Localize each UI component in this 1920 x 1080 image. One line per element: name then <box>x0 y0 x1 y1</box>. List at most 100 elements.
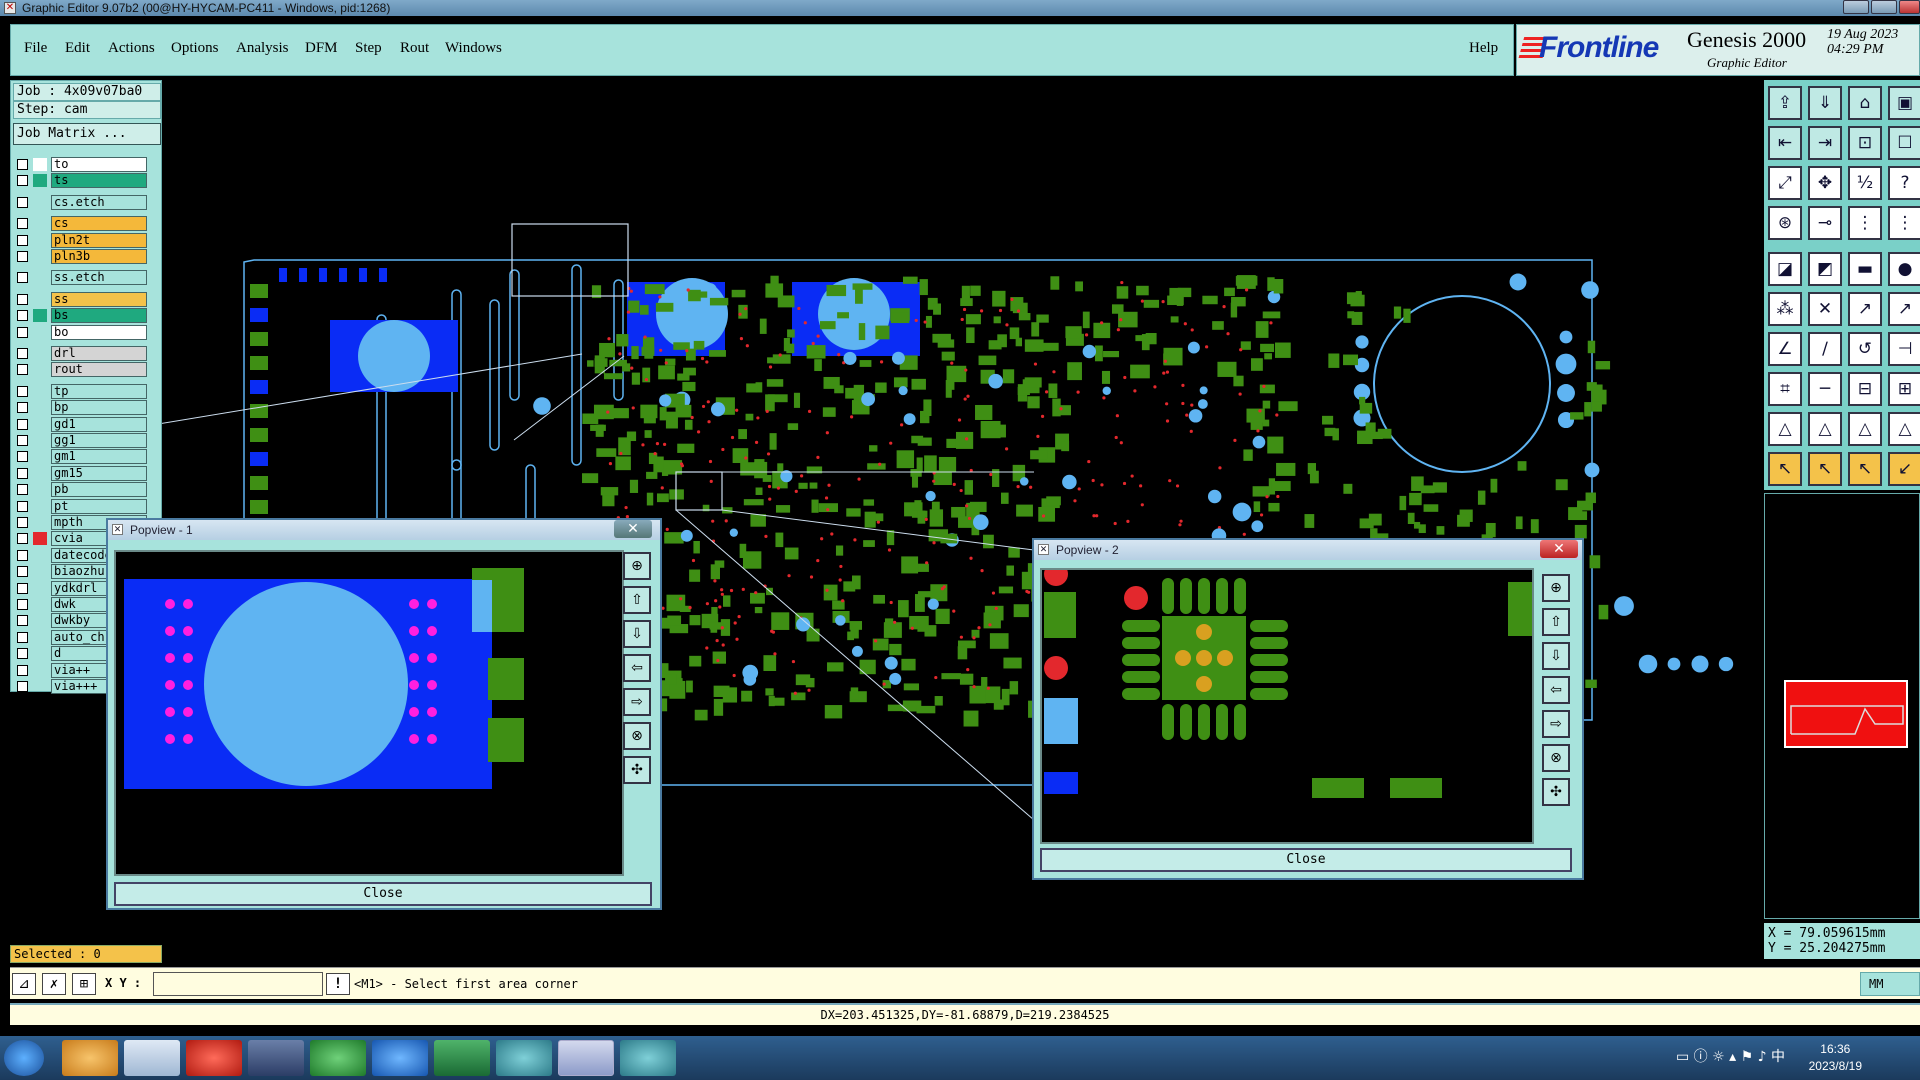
menu-help[interactable]: Help <box>1469 40 1498 57</box>
layer-row-pln2t[interactable]: pln2t <box>15 232 159 248</box>
layer-checkbox[interactable] <box>17 364 28 376</box>
layer-row-csetch[interactable]: cs.etch <box>15 194 159 210</box>
layer-name[interactable]: rout <box>51 362 147 378</box>
layer-row-to[interactable]: to <box>15 157 159 172</box>
layer-name[interactable]: cs <box>51 216 147 232</box>
layer-name[interactable]: gd1 <box>51 416 147 432</box>
taskbar-viewer-icon[interactable] <box>496 1040 552 1076</box>
layer-name[interactable]: to <box>51 157 147 172</box>
layer-name[interactable]: pb <box>51 482 147 498</box>
tool-frame-icon[interactable]: ⊟ <box>1848 372 1882 406</box>
popview-left-icon[interactable]: ⇦ <box>1542 676 1570 704</box>
tool-grid-a-icon[interactable]: ⋮ <box>1848 206 1882 240</box>
layer-row-drl[interactable]: drl <box>15 346 159 361</box>
popview-zoom-out-icon[interactable]: ⊗ <box>623 722 651 750</box>
layer-row-pt[interactable]: pt <box>15 498 159 514</box>
tool-dot-icon[interactable]: ● <box>1888 252 1920 286</box>
layer-checkbox[interactable] <box>17 218 28 230</box>
layer-checkbox[interactable] <box>17 582 28 594</box>
xy-input[interactable] <box>153 972 323 996</box>
tool-undo-icon[interactable]: ⊡ <box>1848 126 1882 160</box>
popview-2-close-button[interactable]: Close <box>1040 848 1572 872</box>
tool-pointer-b-icon[interactable]: ↖ <box>1808 452 1842 486</box>
layer-row-cs[interactable]: cs <box>15 216 159 232</box>
popview-left-icon[interactable]: ⇦ <box>623 654 651 682</box>
layer-row-ss[interactable]: ss <box>15 291 159 307</box>
popview-down-icon[interactable]: ⇩ <box>1542 642 1570 670</box>
tool-slash-icon[interactable]: ∕ <box>1808 332 1842 366</box>
tool-grid-b-icon[interactable]: ⋮ <box>1888 206 1920 240</box>
taskbar-viewer2-icon[interactable] <box>620 1040 676 1076</box>
tool-pan-icon[interactable]: ✥ <box>1808 166 1842 200</box>
layer-name[interactable]: ss <box>51 291 147 307</box>
layer-row-pln3b[interactable]: pln3b <box>15 249 159 264</box>
layer-checkbox[interactable] <box>17 500 28 512</box>
layer-name[interactable]: pt <box>51 498 147 514</box>
layer-checkbox[interactable] <box>17 664 28 676</box>
grid-icon[interactable]: ⊞ <box>72 973 96 995</box>
tool-rotate-icon[interactable]: ↺ <box>1848 332 1882 366</box>
layer-checkbox[interactable] <box>17 599 28 610</box>
menu-actions[interactable]: Actions <box>108 40 155 57</box>
layer-checkbox[interactable] <box>17 402 28 414</box>
job-matrix-button[interactable]: Job Matrix ... <box>13 123 161 145</box>
layer-name[interactable]: tp <box>51 383 147 399</box>
taskbar-p-icon[interactable] <box>310 1040 366 1076</box>
tool-tri-d-icon[interactable]: △ <box>1888 412 1920 446</box>
layer-checkbox[interactable] <box>17 549 28 561</box>
layer-checkbox[interactable] <box>17 348 28 359</box>
layer-checkbox[interactable] <box>17 175 28 187</box>
menu-edit[interactable]: Edit <box>65 40 90 57</box>
popview-down-icon[interactable]: ⇩ <box>623 620 651 648</box>
taskbar-save-icon[interactable] <box>248 1040 304 1076</box>
tool-shape-icon[interactable]: ⊛ <box>1768 206 1802 240</box>
layer-row-gm1[interactable]: gm1 <box>15 449 159 465</box>
layer-checkbox[interactable] <box>17 272 28 284</box>
start-button[interactable] <box>4 1040 44 1076</box>
popview-up-icon[interactable]: ⇧ <box>623 586 651 614</box>
layer-checkbox[interactable] <box>17 196 28 208</box>
layer-checkbox[interactable] <box>17 326 28 338</box>
layer-checkbox[interactable] <box>17 484 28 496</box>
tool-open-icon[interactable]: ⇪ <box>1768 86 1802 120</box>
taskbar-notepad-icon[interactable] <box>124 1040 180 1076</box>
tool-tri-c-icon[interactable]: △ <box>1848 412 1882 446</box>
tool-pointer-c-icon[interactable]: ↖ <box>1848 452 1882 486</box>
tool-pointer-d-icon[interactable]: ↙ <box>1888 452 1920 486</box>
menu-analysis[interactable]: Analysis <box>236 40 289 57</box>
layer-name[interactable]: ts <box>51 173 147 189</box>
layer-checkbox[interactable] <box>17 234 28 246</box>
menu-dfm[interactable]: DFM <box>305 40 338 57</box>
layer-row-bs[interactable]: bs <box>15 308 159 324</box>
layer-checkbox[interactable] <box>17 310 28 322</box>
taskbar-excel-icon[interactable] <box>434 1040 490 1076</box>
tray-clock[interactable]: 16:36 2023/8/19 <box>1809 1041 1862 1075</box>
tool-arc-a-icon[interactable]: ↗ <box>1848 292 1882 326</box>
tool-hatch-icon[interactable]: ⌗ <box>1768 372 1802 406</box>
layer-name[interactable]: gm1 <box>51 449 147 465</box>
tool-points-icon[interactable]: ⁂ <box>1768 292 1802 326</box>
layer-checkbox[interactable] <box>17 293 28 305</box>
popview-right-icon[interactable]: ⇨ <box>623 688 651 716</box>
tool-home-icon[interactable]: ⌂ <box>1848 86 1882 120</box>
tool-snap-edge-icon[interactable]: ⊣ <box>1888 332 1920 366</box>
tool-dash-icon[interactable]: ─ <box>1808 372 1842 406</box>
tool-zoom-fit-icon[interactable]: ⤢ <box>1768 166 1802 200</box>
tool-angle-icon[interactable]: ∠ <box>1768 332 1802 366</box>
layer-checkbox[interactable] <box>17 159 28 170</box>
layer-checkbox[interactable] <box>17 435 28 446</box>
taskbar-shell-icon[interactable] <box>62 1040 118 1076</box>
taskbar-pointer-icon[interactable] <box>372 1040 428 1076</box>
menu-file[interactable]: File <box>24 40 47 57</box>
layer-row-ssetch[interactable]: ss.etch <box>15 270 159 286</box>
popview-up-icon[interactable]: ⇧ <box>1542 608 1570 636</box>
tool-export-icon[interactable]: ⇥ <box>1808 126 1842 160</box>
popview-right-icon[interactable]: ⇨ <box>1542 710 1570 738</box>
layer-checkbox[interactable] <box>17 681 28 692</box>
menu-options[interactable]: Options <box>171 40 219 57</box>
menu-rout[interactable]: Rout <box>400 40 429 57</box>
layer-name[interactable]: gg1 <box>51 433 147 448</box>
layer-checkbox[interactable] <box>17 631 28 643</box>
layer-row-bo[interactable]: bo <box>15 324 159 340</box>
tool-line-icon[interactable]: ⊸ <box>1808 206 1842 240</box>
